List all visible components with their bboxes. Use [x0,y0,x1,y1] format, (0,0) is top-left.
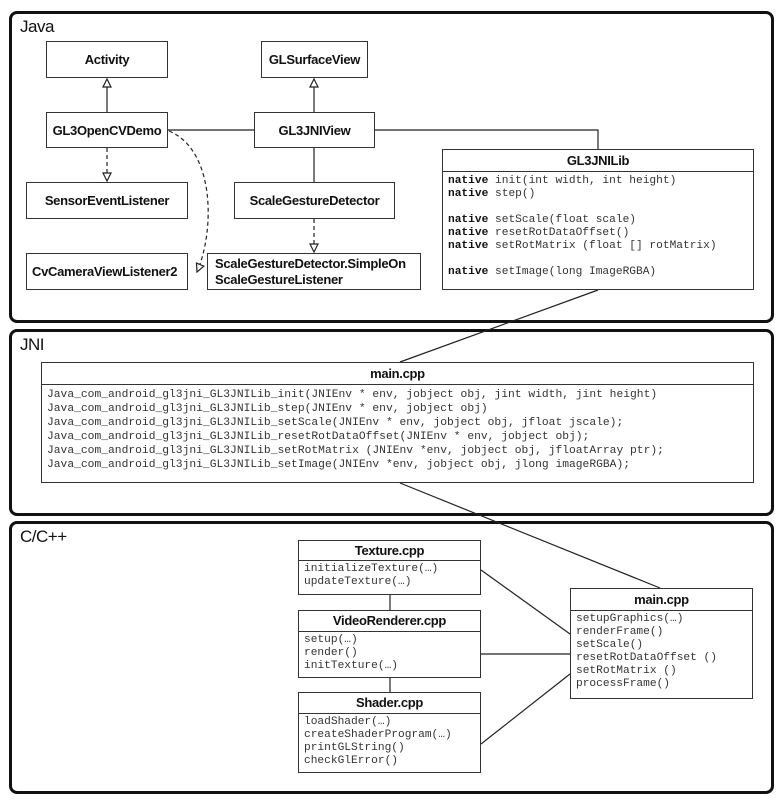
method-signature: Java_com_android_gl3jni_GL3JNILib_init(J… [47,389,658,401]
method-list: native init(int width, int height) native… [443,172,753,282]
method-list: loadShader(…) createShaderProgram(…) print… [299,714,480,771]
method: native init(int width, int height) [448,175,748,188]
method-list: initializeTexture(…) updateTexture(…) [299,561,480,592]
method: checkGlError() [304,755,475,768]
method-signature: step() [495,188,536,200]
method-signature: Java_com_android_gl3jni_GL3JNILib_resetR… [47,431,590,443]
assoc-texture-main [480,569,571,635]
method: Java_com_android_gl3jni_GL3JNILib_resetR… [47,430,748,444]
native-keyword: native [448,214,489,226]
method-signature: setScale() [576,639,644,651]
method-signature: renderFrame() [576,626,664,638]
method-signature: createShaderProgram(…) [304,729,452,741]
method-signature: updateTexture(…) [304,576,412,588]
method: updateTexture(…) [304,576,475,589]
method [448,253,748,266]
method: native resetRotDataOffset() [448,227,748,240]
method-signature: init(int width, int height) [495,175,677,187]
method: loadShader(…) [304,716,475,729]
method: resetRotDataOffset () [576,652,747,665]
class-title: VideoRenderer.cpp [299,611,480,632]
method-signature: setScale(float scale) [495,214,637,226]
method: Java_com_android_gl3jni_GL3JNILib_setRot… [47,444,748,458]
method: Java_com_android_gl3jni_GL3JNILib_step(J… [47,402,748,416]
method-signature: setRotMatrix () [576,665,677,677]
method: native setRotMatrix (float [] rotMatrix) [448,240,748,253]
gl3jnilib-class: GL3JNILib native init(int width, int hei… [442,149,754,290]
shader-cpp: Shader.cpp loadShader(…) createShaderProg… [298,692,481,773]
native-keyword: native [448,188,489,200]
method: native setImage(long ImageRGBA) [448,266,748,279]
method: Java_com_android_gl3jni_GL3JNILib_init(J… [47,388,748,402]
gl3jniview-class: GL3JNIView [254,112,375,148]
class-title: Texture.cpp [299,541,480,561]
method: initTexture(…) [304,660,475,673]
architecture-diagram: Java JNI C/C++ Activity GL3OpenCVDemo Se… [0,0,780,800]
method-signature: Java_com_android_gl3jni_GL3JNILib_setSca… [47,417,624,429]
method: printGLString() [304,742,475,755]
method-signature: resetRotDataOffset () [576,652,717,664]
method-signature: setRotMatrix (float [] rotMatrix) [495,240,717,252]
method: Java_com_android_gl3jni_GL3JNILib_setIma… [47,458,748,472]
method-signature: render() [304,647,358,659]
method-signature: initTexture(…) [304,660,398,672]
class-title: main.cpp [571,589,752,611]
native-keyword: native [448,266,489,278]
method-signature: printGLString() [304,742,405,754]
method: setRotMatrix () [576,665,747,678]
videorenderer-cpp: VideoRenderer.cpp setup(…) render() initTe… [298,610,481,678]
native-keyword: native [448,227,489,239]
cpp-main-cpp: main.cpp setupGraphics(…) renderFrame() se… [570,588,753,699]
method-list: setup(…) render() initTexture(…) [299,632,480,676]
method-signature: processFrame() [576,678,670,690]
method [448,201,748,214]
jni-main-cpp: main.cpp Java_com_android_gl3jni_GL3JNIL… [41,362,754,483]
method: native step() [448,188,748,201]
activity-class: Activity [46,41,168,78]
native-keyword: native [448,240,489,252]
class-name-line2: ScaleGestureListener [215,271,343,287]
gl3opencvdemo-class: GL3OpenCVDemo [46,112,168,148]
assoc-shader-main [480,673,571,745]
method: createShaderProgram(…) [304,729,475,742]
method-list: Java_com_android_gl3jni_GL3JNILib_init(J… [42,385,753,475]
method-signature: resetRotDataOffset() [495,227,630,239]
method: processFrame() [576,678,747,691]
method: setScale() [576,639,747,652]
assoc-lib-jni [399,289,599,363]
simpleonscalegesturelistener-class: ScaleGestureDetector.SimpleOn ScaleGestu… [207,253,421,290]
method: renderFrame() [576,626,747,639]
native-keyword: native [448,175,489,187]
class-title: main.cpp [42,363,753,385]
method: initializeTexture(…) [304,563,475,576]
method-signature: Java_com_android_gl3jni_GL3JNILib_setIma… [47,459,631,471]
texture-cpp: Texture.cpp initializeTexture(…) updateTe… [298,540,481,595]
method-signature: setImage(long ImageRGBA) [495,266,657,278]
method-signature: setupGraphics(…) [576,613,684,625]
sensoreventlistener-class: SensorEventListener [26,182,188,219]
method-signature: initializeTexture(…) [304,563,439,575]
method-signature: setup(…) [304,634,358,646]
method-list: setupGraphics(…) renderFrame() setScale() r… [571,611,752,694]
assoc-view-lib [375,129,599,149]
method: setupGraphics(…) [576,613,747,626]
method: setup(…) [304,634,475,647]
method-signature: Java_com_android_gl3jni_GL3JNILib_setRot… [47,445,664,457]
class-name-line1: ScaleGestureDetector.SimpleOn [215,255,406,271]
method-signature: loadShader(…) [304,716,392,728]
cvcameraviewlistener2-class: CvCameraViewListener2 [26,253,188,290]
class-title: Shader.cpp [299,693,480,714]
class-title: GL3JNILib [443,150,753,172]
scalegesturedetector-class: ScaleGestureDetector [234,182,395,219]
method: render() [304,647,475,660]
method-signature: Java_com_android_gl3jni_GL3JNILib_step(J… [47,403,488,415]
glsurfaceview-class: GLSurfaceView [261,41,368,78]
method: Java_com_android_gl3jni_GL3JNILib_setSca… [47,416,748,430]
method: native setScale(float scale) [448,214,748,227]
method-signature: checkGlError() [304,755,398,767]
